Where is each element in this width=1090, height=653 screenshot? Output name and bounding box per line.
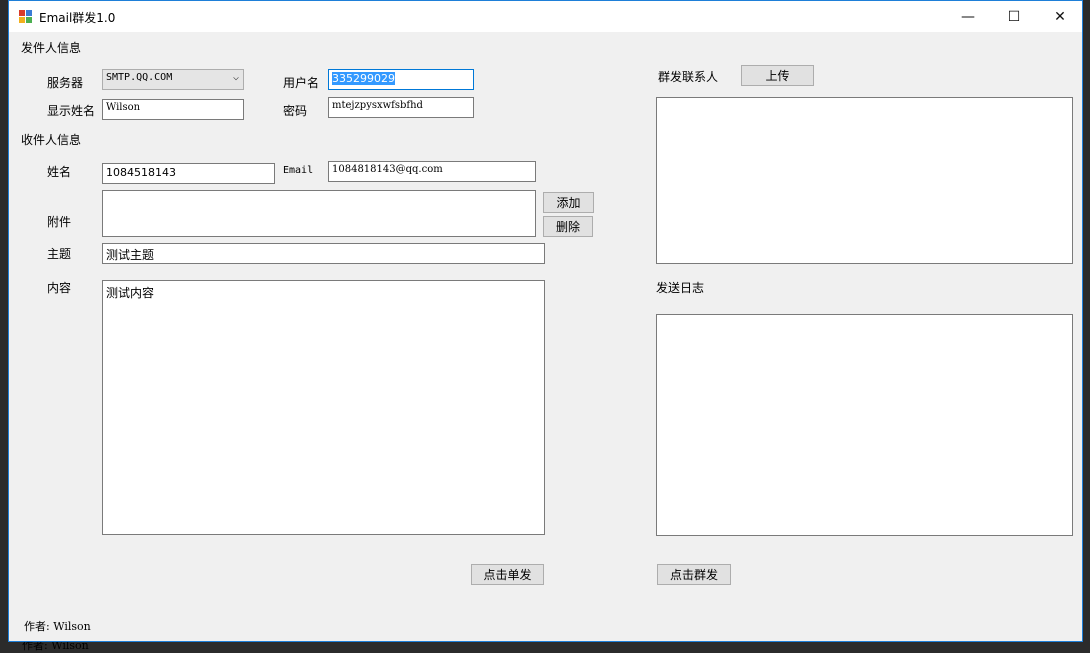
recipient-name-label: 姓名 <box>47 165 72 179</box>
recipient-name-input[interactable]: 1084518143 <box>102 163 275 184</box>
delete-attachment-button[interactable]: 删除 <box>543 216 593 237</box>
recipient-section-label: 收件人信息 <box>21 133 82 147</box>
attachment-list[interactable] <box>102 190 536 237</box>
send-group-button[interactable]: 点击群发 <box>657 564 731 585</box>
attachment-label: 附件 <box>47 215 72 229</box>
title-bar[interactable]: Email群发1.0 — ☐ ✕ <box>9 1 1082 32</box>
upload-button[interactable]: 上传 <box>741 65 814 86</box>
password-input[interactable]: mtejzpysxwfsbfhd <box>328 97 474 118</box>
send-log-textarea[interactable] <box>656 314 1073 536</box>
display-name-input[interactable]: Wilson <box>102 99 244 120</box>
close-icon: ✕ <box>1054 8 1066 25</box>
close-button[interactable]: ✕ <box>1037 1 1083 32</box>
sender-section-label: 发件人信息 <box>21 41 82 55</box>
maximize-icon: ☐ <box>1007 8 1021 25</box>
group-contacts-list[interactable] <box>656 97 1073 264</box>
username-value: 335299029 <box>332 72 395 85</box>
subject-input[interactable]: 测试主题 <box>102 243 545 264</box>
app-icon <box>19 10 33 24</box>
chevron-down-icon: ⌵ <box>232 72 239 83</box>
minimize-button[interactable]: — <box>945 1 991 32</box>
server-select-value: SMTP.QQ.COM <box>106 72 173 83</box>
server-select[interactable]: SMTP.QQ.COM ⌵ <box>102 69 244 90</box>
display-name-label: 显示姓名 <box>47 104 96 118</box>
author-label: 作者: Wilson <box>24 620 91 633</box>
window-title: Email群发1.0 <box>39 11 116 25</box>
recipient-email-label: Email <box>283 165 314 176</box>
send-log-label: 发送日志 <box>656 281 705 295</box>
server-label: 服务器 <box>47 76 84 90</box>
password-label: 密码 <box>283 104 308 118</box>
main-window: Email群发1.0 — ☐ ✕ 发件人信息 服务器 SMTP.QQ.COM ⌵… <box>8 0 1083 642</box>
recipient-email-input[interactable]: 1084818143@qq.com <box>328 161 536 182</box>
send-single-button[interactable]: 点击单发 <box>471 564 544 585</box>
maximize-button[interactable]: ☐ <box>991 1 1037 32</box>
username-input[interactable]: 335299029 <box>328 69 474 90</box>
subject-label: 主题 <box>47 247 72 261</box>
username-label: 用户名 <box>283 76 320 90</box>
add-attachment-button[interactable]: 添加 <box>543 192 594 213</box>
minimize-icon: — <box>961 8 975 25</box>
content-textarea[interactable]: 测试内容 <box>102 280 545 535</box>
content-label: 内容 <box>47 281 72 295</box>
group-contacts-label: 群发联系人 <box>658 70 719 84</box>
